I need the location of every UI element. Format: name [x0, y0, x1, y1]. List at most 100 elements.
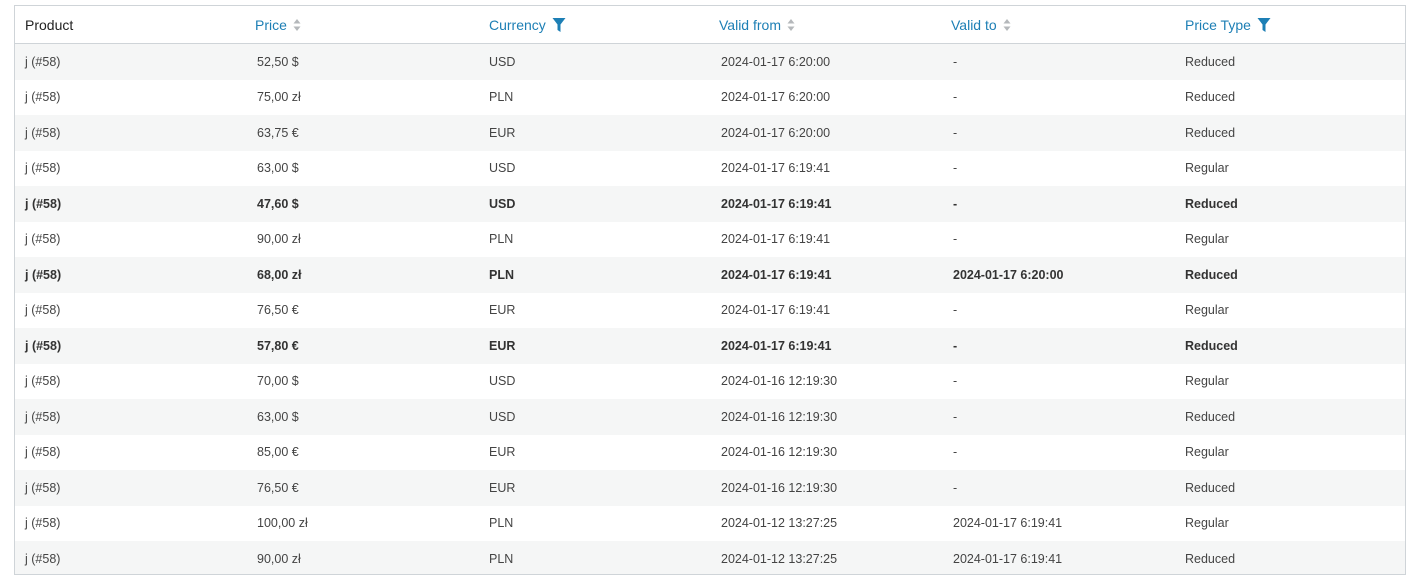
- table-row: j (#58) 76,50 € EUR 2024-01-17 6:19:41 - Regu…: [15, 293, 1405, 329]
- cell-price-type: Reduced: [1185, 338, 1238, 353]
- cell-valid-to: -: [953, 90, 958, 105]
- cell-currency: USD: [489, 161, 516, 176]
- cell-price-type: Regular: [1185, 374, 1229, 389]
- cell-price-type: Reduced: [1185, 196, 1238, 211]
- cell-product: j (#58): [25, 374, 61, 389]
- cell-price: 76,50 €: [257, 480, 299, 495]
- sort-icon[interactable]: [1003, 18, 1011, 32]
- cell-valid-to: -: [953, 54, 958, 69]
- cell-price: 100,00 zł: [257, 516, 308, 531]
- cell-currency: EUR: [489, 338, 516, 353]
- cell-price-type: Reduced: [1185, 480, 1236, 495]
- cell-price-type: Regular: [1185, 161, 1229, 176]
- cell-price-type: Regular: [1185, 445, 1229, 460]
- cell-valid-to: 2024-01-17 6:19:41: [953, 516, 1063, 531]
- cell-price-type: Reduced: [1185, 267, 1238, 282]
- cell-price: 70,00 $: [257, 374, 299, 389]
- cell-valid-from: 2024-01-17 6:19:41: [721, 161, 831, 176]
- header-valid-from-label: Valid from: [719, 16, 781, 33]
- header-product: Product: [25, 6, 73, 43]
- cell-valid-from: 2024-01-17 6:19:41: [721, 196, 832, 211]
- header-valid-to-label: Valid to: [951, 16, 997, 33]
- table-row: j (#58) 52,50 $ USD 2024-01-17 6:20:00 - Redu…: [15, 44, 1405, 80]
- cell-price-type: Regular: [1185, 303, 1229, 318]
- cell-product: j (#58): [25, 303, 61, 318]
- cell-valid-from: 2024-01-17 6:20:00: [721, 54, 831, 69]
- cell-currency: USD: [489, 409, 516, 424]
- cell-currency: USD: [489, 54, 516, 69]
- cell-product: j (#58): [25, 125, 61, 140]
- cell-valid-from: 2024-01-12 13:27:25: [721, 551, 838, 566]
- cell-currency: EUR: [489, 480, 516, 495]
- cell-product: j (#58): [25, 196, 62, 211]
- cell-valid-to: 2024-01-17 6:19:41: [953, 551, 1063, 566]
- cell-product: j (#58): [25, 338, 62, 353]
- price-history-table: Product Price Currency Valid from Valid …: [14, 5, 1406, 575]
- cell-price: 63,00 $: [257, 161, 299, 176]
- table-row: j (#58) 75,00 zł PLN 2024-01-17 6:20:00 - Red…: [15, 80, 1405, 116]
- table-row: j (#58) 63,00 $ USD 2024-01-16 12:19:30 - Red…: [15, 399, 1405, 435]
- cell-valid-to: -: [953, 125, 958, 140]
- cell-price: 63,75 €: [257, 125, 299, 140]
- cell-valid-from: 2024-01-17 6:19:41: [721, 338, 832, 353]
- cell-price-type: Reduced: [1185, 551, 1236, 566]
- table-row: j (#58) 76,50 € EUR 2024-01-16 12:19:30 - Red…: [15, 470, 1405, 506]
- cell-currency: PLN: [489, 516, 514, 531]
- cell-price-type: Reduced: [1185, 125, 1236, 140]
- header-price[interactable]: Price: [255, 6, 301, 43]
- table-row: j (#58) 85,00 € EUR 2024-01-16 12:19:30 - Reg…: [15, 435, 1405, 471]
- cell-price: 57,80 €: [257, 338, 299, 353]
- cell-currency: PLN: [489, 232, 514, 247]
- table-row: j (#58) 63,00 $ USD 2024-01-17 6:19:41 - Regu…: [15, 151, 1405, 187]
- cell-price: 52,50 $: [257, 54, 299, 69]
- table-row: j (#58) 47,60 $ USD 2024-01-17 6:19:41 - Redu…: [15, 186, 1405, 222]
- cell-valid-to: -: [953, 374, 958, 389]
- cell-price: 75,00 zł: [257, 90, 301, 105]
- cell-valid-from: 2024-01-17 6:20:00: [721, 125, 831, 140]
- table-body: j (#58) 52,50 $ USD 2024-01-17 6:20:00 - Redu…: [15, 44, 1405, 574]
- cell-valid-from: 2024-01-17 6:20:00: [721, 90, 831, 105]
- cell-price: 63,00 $: [257, 409, 299, 424]
- filter-icon[interactable]: [1257, 17, 1271, 33]
- header-price-label: Price: [255, 16, 287, 33]
- header-valid-to[interactable]: Valid to: [951, 6, 1011, 43]
- sort-icon[interactable]: [787, 18, 795, 32]
- cell-valid-to: 2024-01-17 6:20:00: [953, 267, 1064, 282]
- cell-valid-from: 2024-01-16 12:19:30: [721, 445, 838, 460]
- cell-valid-to: -: [953, 409, 958, 424]
- table-header: Product Price Currency Valid from Valid …: [15, 6, 1405, 44]
- table-row: j (#58) 90,00 zł PLN 2024-01-12 13:27:25 202…: [15, 541, 1405, 574]
- cell-price: 85,00 €: [257, 445, 299, 460]
- cell-product: j (#58): [25, 445, 61, 460]
- cell-valid-to: -: [953, 445, 958, 460]
- cell-valid-from: 2024-01-17 6:19:41: [721, 303, 831, 318]
- table-row: j (#58) 68,00 zł PLN 2024-01-17 6:19:41 2024…: [15, 257, 1405, 293]
- cell-currency: USD: [489, 374, 516, 389]
- cell-currency: EUR: [489, 125, 516, 140]
- table-row: j (#58) 70,00 $ USD 2024-01-16 12:19:30 - Reg…: [15, 364, 1405, 400]
- table-row: j (#58) 90,00 zł PLN 2024-01-17 6:19:41 - Reg…: [15, 222, 1405, 258]
- cell-product: j (#58): [25, 516, 61, 531]
- cell-price: 68,00 zł: [257, 267, 302, 282]
- cell-currency: PLN: [489, 90, 514, 105]
- cell-valid-to: -: [953, 161, 958, 176]
- cell-valid-to: -: [953, 338, 958, 353]
- header-currency[interactable]: Currency: [489, 6, 566, 43]
- cell-valid-from: 2024-01-12 13:27:25: [721, 516, 838, 531]
- cell-product: j (#58): [25, 90, 61, 105]
- header-valid-from[interactable]: Valid from: [719, 6, 795, 43]
- cell-product: j (#58): [25, 232, 61, 247]
- table-row: j (#58) 63,75 € EUR 2024-01-17 6:20:00 - Redu…: [15, 115, 1405, 151]
- header-currency-label: Currency: [489, 16, 546, 33]
- filter-icon[interactable]: [552, 17, 566, 33]
- cell-product: j (#58): [25, 551, 61, 566]
- cell-product: j (#58): [25, 267, 62, 282]
- header-price-type[interactable]: Price Type: [1185, 6, 1271, 43]
- cell-price-type: Reduced: [1185, 90, 1236, 105]
- cell-price-type: Regular: [1185, 516, 1229, 531]
- sort-icon[interactable]: [293, 18, 301, 32]
- cell-product: j (#58): [25, 161, 61, 176]
- cell-valid-from: 2024-01-16 12:19:30: [721, 480, 838, 495]
- cell-price: 90,00 zł: [257, 232, 301, 247]
- cell-currency: EUR: [489, 445, 516, 460]
